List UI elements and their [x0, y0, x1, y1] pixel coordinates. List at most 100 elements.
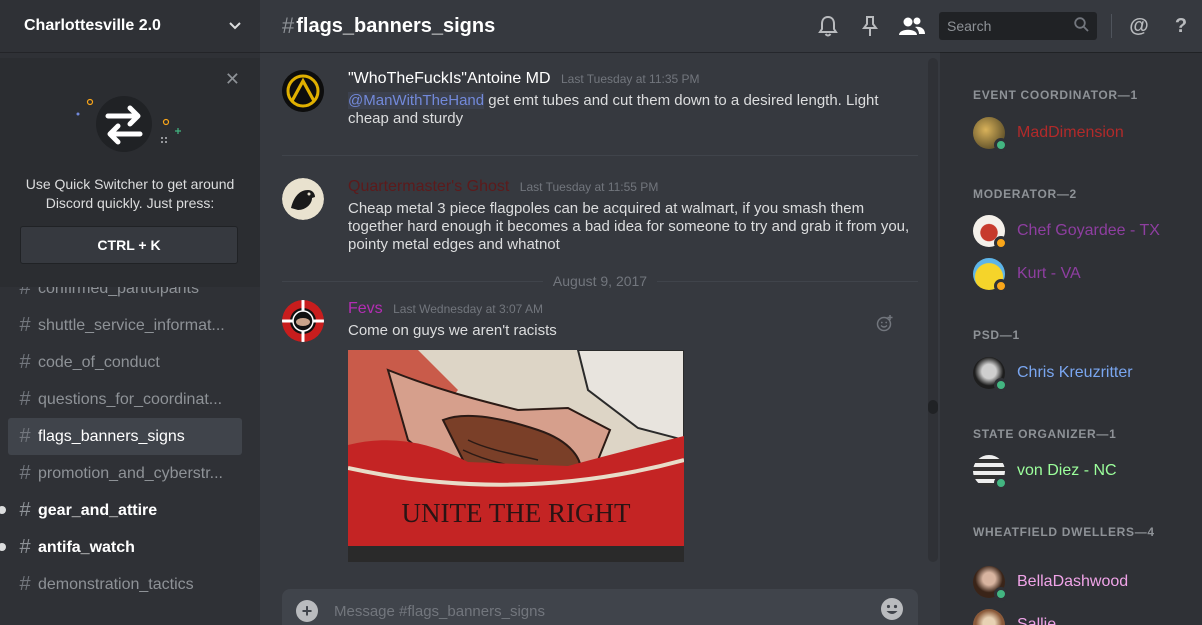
bell-icon[interactable] [807, 0, 849, 52]
avatar [973, 117, 1008, 152]
quick-switcher-line1: Use Quick Switcher to get around [25, 176, 235, 192]
channel-item[interactable]: # demonstration_tactics [8, 566, 242, 603]
channel-item[interactable]: # shuttle_service_informat... [8, 307, 242, 344]
channel-name: questions_for_coordinat... [38, 390, 223, 408]
hash-icon: # [19, 462, 31, 484]
member-item[interactable]: Sallie [973, 608, 1056, 625]
status-online-icon [994, 587, 1008, 601]
help-icon[interactable]: ? [1160, 0, 1202, 52]
member-item[interactable]: von Diez - NC [973, 454, 1117, 490]
search-icon [1074, 17, 1089, 35]
member-name: Sallie [1017, 616, 1057, 625]
status-idle-icon [994, 279, 1008, 293]
shortcut-key[interactable]: CTRL + K [20, 226, 238, 264]
role-header: MODERATOR—2 [973, 187, 1077, 201]
hash-icon: # [19, 314, 31, 336]
channel-name: shuttle_service_informat... [38, 316, 225, 334]
server-name: Charlottesville 2.0 [24, 17, 161, 34]
channel-item-unread[interactable]: # antifa_watch [0, 529, 242, 566]
member-item[interactable]: BellaDashwood [973, 565, 1129, 601]
scrollbar-thumb[interactable] [928, 400, 938, 414]
role-header: WHEATFIELD DWELLERS—4 [973, 525, 1155, 539]
attached-image[interactable]: UNITE THE RIGHT [348, 350, 684, 562]
channel-sidebar: Charlottesville 2.0 ✕ Use Quick Switcher… [0, 0, 260, 625]
status-online-icon [994, 138, 1008, 152]
avatar[interactable] [282, 300, 324, 342]
members-icon[interactable] [891, 0, 933, 52]
hash-icon: # [19, 425, 31, 447]
message-author[interactable]: Fevs [348, 300, 383, 317]
member-item[interactable]: Chef Goyardee - TX [973, 214, 1160, 250]
divider-line [282, 280, 543, 282]
header-divider [1111, 14, 1112, 38]
message-timestamp: Last Wednesday at 3:07 AM [393, 302, 543, 316]
hash-icon: # [19, 351, 31, 373]
scrollbar-track[interactable] [928, 58, 938, 562]
message-list: "WhoTheFuckIs"Antoine MD Last Tuesday at… [260, 52, 940, 567]
hash-icon: # [19, 536, 31, 558]
message-timestamp: Last Tuesday at 11:35 PM [561, 72, 700, 86]
role-header: STATE ORGANIZER—1 [973, 427, 1117, 441]
mentions-icon[interactable]: @ [1118, 0, 1160, 52]
hash-icon: # [19, 573, 31, 595]
avatar [973, 455, 1008, 490]
avatar[interactable] [282, 70, 324, 112]
date-divider-text: August 9, 2017 [552, 273, 648, 289]
member-item[interactable]: Chris Kreuzritter [973, 356, 1133, 392]
date-divider: August 9, 2017 [282, 273, 918, 289]
channel-name: antifa_watch [38, 538, 135, 556]
status-online-icon [994, 476, 1008, 490]
channel-name: demonstration_tactics [38, 575, 194, 593]
member-name: von Diez - NC [1017, 462, 1117, 479]
quick-switcher-popup: ✕ Use Quick Switcher to get around Disco… [0, 58, 260, 287]
message-body: Quartermaster's Ghost Last Tuesday at 11… [348, 178, 918, 254]
search-placeholder: Search [947, 18, 992, 34]
member-name: MadDimension [1017, 124, 1124, 141]
chevron-down-icon[interactable] [228, 19, 242, 33]
channel-item-unread[interactable]: # gear_and_attire [0, 492, 242, 529]
role-header: PSD—1 [973, 328, 1020, 342]
member-name: BellaDashwood [1017, 573, 1129, 590]
hash-icon: # [282, 13, 295, 38]
upload-plus-icon[interactable]: + [296, 600, 318, 622]
message-text: Cheap metal 3 piece flagpoles can be acq… [348, 200, 910, 253]
message: Quartermaster's Ghost Last Tuesday at 11… [282, 178, 918, 268]
message-body: "WhoTheFuckIs"Antoine MD Last Tuesday at… [348, 70, 918, 128]
member-list: EVENT COORDINATOR—1 MadDimension MODERAT… [940, 52, 1202, 625]
add-reaction-icon[interactable] [876, 314, 894, 337]
emoji-icon[interactable] [880, 597, 904, 625]
channel-item-selected[interactable]: # flags_banners_signs [8, 418, 242, 455]
member-item[interactable]: MadDimension [973, 116, 1124, 152]
avatar [973, 566, 1008, 601]
message-composer[interactable]: + Message #flags_banners_signs [282, 589, 918, 625]
member-name: Kurt - VA [1017, 265, 1081, 282]
avatar[interactable] [282, 178, 324, 220]
avatar [973, 258, 1008, 293]
pin-icon[interactable] [849, 0, 891, 52]
message-author[interactable]: Quartermaster's Ghost [348, 178, 509, 195]
channel-list: # confirmed_participants # shuttle_service… [0, 270, 260, 603]
close-icon[interactable]: ✕ [225, 70, 240, 88]
unread-indicator [0, 543, 6, 551]
channel-name: promotion_and_cyberstr... [38, 464, 223, 482]
message-text: @ManWithTheHand get emt tubes and cut th… [348, 92, 918, 128]
quick-switcher-line2: Discord quickly. Just press: [45, 195, 215, 211]
message: Fevs Last Wednesday at 3:07 AM Come on g… [282, 300, 918, 567]
channel-title: # flags_banners_signs [282, 13, 495, 39]
hash-icon: # [19, 388, 31, 410]
message-author[interactable]: "WhoTheFuckIs"Antoine MD [348, 70, 551, 87]
message-timestamp: Last Tuesday at 11:55 PM [519, 180, 659, 194]
role-header: EVENT COORDINATOR—1 [973, 88, 1138, 102]
unread-indicator [0, 506, 6, 514]
user-mention[interactable]: @ManWithTheHand [348, 92, 485, 109]
server-header[interactable]: Charlottesville 2.0 [0, 0, 260, 52]
quick-switcher-text: Use Quick Switcher to get around Discord… [0, 175, 260, 213]
channel-item[interactable]: # questions_for_coordinat... [8, 381, 242, 418]
channel-title-text: flags_banners_signs [296, 14, 496, 37]
channel-item[interactable]: # promotion_and_cyberstr... [8, 455, 242, 492]
hash-icon: # [19, 499, 31, 521]
member-name: Chef Goyardee - TX [1017, 222, 1160, 239]
search-input[interactable]: Search [939, 12, 1097, 40]
member-item[interactable]: Kurt - VA [973, 257, 1081, 293]
channel-item[interactable]: # code_of_conduct [8, 344, 242, 381]
